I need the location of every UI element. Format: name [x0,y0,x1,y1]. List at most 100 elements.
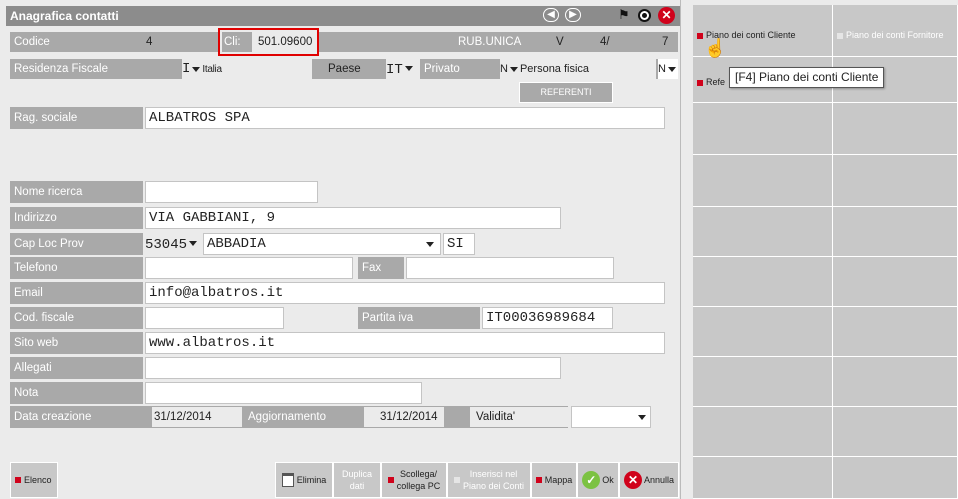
cli-label: Cli: [222,32,252,52]
key-indicator-icon [837,32,843,39]
piano-fornitore-button[interactable]: Piano dei conti Fornitore [833,5,958,57]
side-cell [693,103,833,155]
side-cell [693,307,833,357]
telefono-input[interactable] [145,257,353,279]
side-cell [833,207,958,257]
title-bar: Anagrafica contatti ◀ ▶ ⚑ ✕ [6,6,680,26]
duplica-button[interactable]: Duplica dati [333,462,381,498]
inserisci-button[interactable]: Inserisci nel Piano dei Conti [447,462,531,498]
privato-extra-select[interactable]: N [658,59,678,79]
cli-value: 501.09600 [258,36,313,48]
chevron-down-icon [189,241,198,247]
pin-icon[interactable]: ⚑ [618,7,630,23]
allegati-input[interactable] [145,357,561,379]
chevron-down-icon [404,66,413,72]
rag-sociale-input[interactable]: ALBATROS SPA [145,107,665,129]
side-cell [833,155,958,207]
rag-sociale-label: Rag. sociale [10,107,143,129]
close-icon[interactable]: ✕ [658,7,675,24]
window-title: Anagrafica contatti [10,9,119,23]
rubrica-label: RUB.UNICA [458,36,522,48]
cancel-icon: ✕ [623,471,642,489]
side-cell [693,357,833,407]
validita-select[interactable] [571,406,651,428]
sito-input[interactable]: www.albatros.it [145,332,665,354]
referenti-button[interactable]: REFERENTI [519,82,613,103]
checkmark-icon: ✓ [582,471,601,489]
side-cell [693,257,833,307]
scollega-button[interactable]: Scollega/collega PC [381,462,447,498]
rubrica-num: 4/ [600,36,610,48]
residenza-select[interactable]: I Italia [182,59,312,79]
sito-label: Sito web [10,332,143,354]
side-cell [693,155,833,207]
allegati-label: Allegati [10,357,143,379]
cod-fiscale-label: Cod. fiscale [10,307,143,329]
key-indicator-icon [535,477,542,483]
prov-input[interactable]: SI [443,233,475,255]
fax-label: Fax [358,257,404,279]
chevron-down-icon [667,66,676,72]
codice-row [10,32,678,52]
ok-button[interactable]: ✓ Ok [577,462,619,498]
paese-select[interactable]: IT [386,59,420,79]
arrow-left-icon[interactable]: ◀ [543,8,559,22]
cap-label: Cap Loc Prov [10,233,143,255]
key-indicator-icon [15,477,21,483]
privato-label: Privato [424,63,460,75]
fax-input[interactable] [406,257,614,279]
arrow-right-icon[interactable]: ▶ [565,8,581,22]
chevron-down-icon [426,242,434,247]
annulla-button[interactable]: ✕ Annulla [619,462,679,498]
indirizzo-label: Indirizzo [10,207,143,229]
chevron-down-icon [192,66,201,72]
residenza-label: Residenza Fiscale [14,63,108,75]
chevron-down-icon [509,66,518,72]
paese-label: Paese [328,63,361,75]
cap-select[interactable]: 53045 [145,233,203,255]
data-creazione-label: Data creazione [14,411,92,423]
side-cell [833,407,958,457]
side-cell [833,357,958,407]
rubrica-v: V [556,36,564,48]
codice-value: 4 [146,36,153,48]
email-input[interactable]: info@albatros.it [145,282,665,304]
hand-cursor-icon: ☝ [704,38,727,58]
trash-icon [281,473,294,487]
indirizzo-input[interactable]: VIA GABBIANI, 9 [145,207,561,229]
key-indicator-icon [453,477,460,483]
nome-ricerca-input[interactable] [145,181,318,203]
telefono-label: Telefono [10,257,143,279]
nome-ricerca-label: Nome ricerca [10,181,143,203]
rubrica-total: 7 [662,36,669,48]
tooltip: [F4] Piano dei conti Cliente [729,67,885,88]
data-creazione-value: 31/12/2014 [152,407,242,427]
side-cell [833,307,958,357]
partita-iva-label: Partita iva [358,307,480,329]
side-cell [693,407,833,457]
chevron-down-icon [638,415,646,420]
privato-select[interactable]: N Persona fisica [500,59,656,79]
elenco-button[interactable]: Elenco [10,462,58,498]
key-indicator-icon [697,32,703,39]
nota-input[interactable] [145,382,422,404]
localita-select[interactable]: ABBADIA [203,233,441,255]
side-cell [833,457,958,499]
aggiornamento-value: 31/12/2014 [364,407,444,427]
key-indicator-icon [697,79,703,86]
key-indicator-icon [387,477,394,483]
elimina-button[interactable]: Elimina [275,462,333,498]
email-label: Email [10,282,143,304]
side-cell [693,207,833,257]
partita-iva-input[interactable]: IT00036989684 [482,307,613,329]
nota-label: Nota [10,382,143,404]
mappa-button[interactable]: Mappa [531,462,577,498]
side-cell [833,103,958,155]
aggiornamento-label: Aggiornamento [248,411,326,423]
validita-label: Validita' [470,407,570,427]
side-cell [833,257,958,307]
codice-label: Codice [14,36,50,48]
side-cell [693,457,833,499]
cod-fiscale-input[interactable] [145,307,284,329]
radio-icon[interactable] [638,9,651,22]
